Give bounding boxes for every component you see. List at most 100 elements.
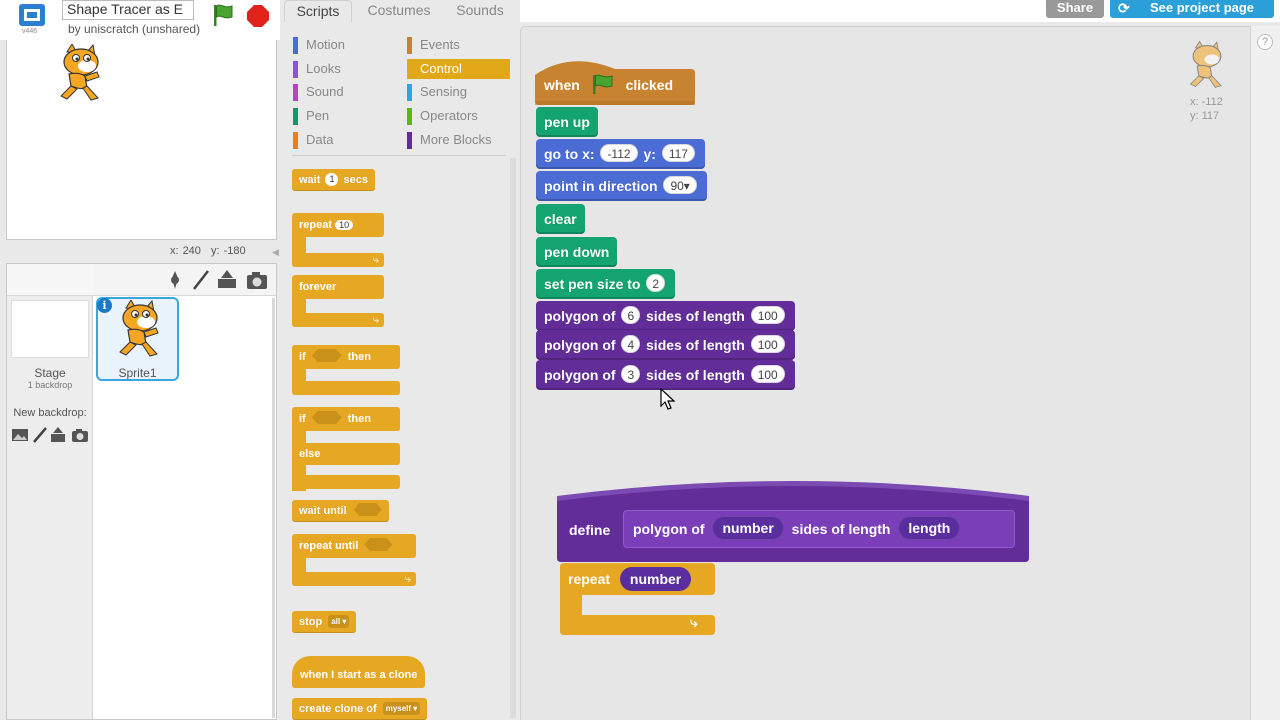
- green-flag-icon[interactable]: [210, 2, 236, 28]
- polygon-call-block[interactable]: polygon of 3 sides of length 100: [536, 360, 795, 390]
- sprite-x: x: -112: [1190, 96, 1223, 108]
- stage-collapse-icon[interactable]: ◀: [272, 247, 282, 257]
- category-operators[interactable]: Operators: [407, 106, 513, 126]
- category-label: Data: [306, 132, 334, 147]
- tab-scripts[interactable]: Scripts: [284, 0, 352, 22]
- sprite-library-icon[interactable]: [163, 268, 187, 292]
- polygon-call-block[interactable]: polygon of 6 sides of length 100: [536, 301, 795, 331]
- condition-slot[interactable]: [364, 538, 393, 551]
- mouse-position-readout: x: 240 y: -180: [170, 245, 250, 257]
- when-text: when: [544, 77, 580, 93]
- category-label: Sensing: [420, 84, 467, 99]
- upload-sprite-icon[interactable]: [215, 268, 239, 292]
- camera-backdrop-icon[interactable]: [71, 426, 89, 444]
- condition-slot[interactable]: [353, 503, 382, 516]
- paint-backdrop-icon[interactable]: [31, 426, 49, 444]
- set-pen-size-block[interactable]: set pen size to 2: [536, 269, 676, 299]
- sides-input[interactable]: 6: [621, 306, 641, 324]
- category-label: Pen: [306, 108, 330, 123]
- category-label: Sound: [306, 84, 344, 99]
- sprite-position: x: -112 y: 117: [1190, 95, 1223, 123]
- block-text: sides of length: [791, 521, 891, 537]
- block-text: point in direction: [544, 178, 658, 194]
- more-blocks-swatch: [407, 132, 412, 149]
- share-button[interactable]: Share: [1046, 0, 1104, 18]
- palette-create-clone-block[interactable]: create clone of myself ▾: [292, 698, 428, 720]
- sprite-pane-scrollbar[interactable]: [272, 298, 275, 718]
- palette-wait-block[interactable]: wait 1 secs: [292, 169, 376, 191]
- tab-costumes[interactable]: Costumes: [362, 0, 436, 22]
- category-data[interactable]: Data: [293, 130, 399, 150]
- category-sensing[interactable]: Sensing: [407, 82, 513, 102]
- param-number[interactable]: number: [712, 516, 784, 540]
- new-backdrop-label: New backdrop:: [13, 407, 87, 419]
- condition-slot[interactable]: [311, 411, 342, 424]
- sensing-swatch: [407, 84, 412, 101]
- go-to-xy-block[interactable]: go to x: -112 y: 117: [536, 139, 705, 169]
- palette-clone-start-hat[interactable]: when I start as a clone: [292, 656, 426, 688]
- sprite1-thumbnail-icon: [119, 300, 159, 357]
- loop-arrow-icon: ⤷: [690, 614, 698, 630]
- tab-sounds[interactable]: Sounds: [446, 0, 514, 22]
- category-sound[interactable]: Sound: [293, 82, 399, 102]
- camera-sprite-icon[interactable]: [245, 268, 269, 292]
- block-text: go to x:: [544, 146, 595, 162]
- x-input[interactable]: -112: [600, 144, 638, 162]
- upload-backdrop-icon[interactable]: [49, 426, 67, 444]
- paint-sprite-icon[interactable]: [189, 268, 213, 292]
- category-control[interactable]: Control: [407, 59, 510, 79]
- block-text: then: [347, 413, 371, 425]
- c-block-top: repeat until: [292, 534, 416, 558]
- pen-down-block[interactable]: pen down: [536, 237, 618, 267]
- direction-input[interactable]: 90▾: [663, 176, 697, 194]
- polygon-call-block[interactable]: polygon of 4 sides of length 100: [536, 330, 795, 360]
- y-input[interactable]: 117: [661, 144, 695, 162]
- condition-slot[interactable]: [311, 349, 342, 362]
- category-pen[interactable]: Pen: [293, 106, 399, 126]
- palette-wait-until-block[interactable]: wait until: [292, 500, 389, 522]
- category-more-blocks[interactable]: More Blocks: [407, 130, 513, 150]
- category-looks[interactable]: Looks: [293, 59, 399, 79]
- category-events[interactable]: Events: [407, 35, 513, 55]
- backdrop-library-icon[interactable]: [11, 426, 29, 444]
- length-input[interactable]: 100: [750, 365, 785, 383]
- cat-sprite-icon[interactable]: [53, 44, 109, 104]
- palette-stop-block[interactable]: stop all ▾: [292, 611, 357, 633]
- help-icon[interactable]: ?: [1257, 34, 1273, 50]
- pen-size-input[interactable]: 2: [646, 274, 666, 292]
- clear-block[interactable]: clear: [536, 204, 585, 234]
- repeat-param-number[interactable]: number: [619, 567, 692, 591]
- block-input[interactable]: 10: [335, 220, 354, 230]
- define-label: define: [569, 522, 611, 538]
- repeat-label: repeat number: [568, 565, 692, 593]
- custom-block-prototype[interactable]: polygon of number sides of length length: [623, 510, 1015, 548]
- sides-input[interactable]: 3: [621, 365, 641, 383]
- c-block-bottom: ⤷: [292, 313, 384, 327]
- see-project-page-button[interactable]: ⟳ See project page: [1110, 0, 1274, 18]
- param-length[interactable]: length: [898, 516, 961, 540]
- mouse-y-label: y:: [211, 245, 220, 257]
- category-motion[interactable]: Motion: [293, 35, 399, 55]
- sides-input[interactable]: 4: [621, 335, 641, 353]
- clone-dropdown[interactable]: myself ▾: [382, 702, 421, 715]
- block-text: sides of length: [646, 367, 745, 383]
- info-icon[interactable]: i: [97, 298, 112, 313]
- point-in-direction-block[interactable]: point in direction 90▾: [536, 171, 707, 201]
- project-title-input[interactable]: Shape Tracer as E: [62, 0, 194, 20]
- stage-toolbar: [7, 264, 93, 296]
- pen-up-block[interactable]: pen up: [536, 107, 598, 137]
- stop-icon[interactable]: [246, 4, 270, 28]
- loop-arrow-icon: ⤷: [404, 573, 411, 585]
- block-text: wait until: [299, 505, 347, 517]
- c-block-top: if then: [292, 345, 400, 369]
- block-input[interactable]: 1: [325, 173, 339, 186]
- length-input[interactable]: 100: [750, 335, 785, 353]
- length-input[interactable]: 100: [750, 306, 785, 324]
- stage[interactable]: [6, 40, 277, 240]
- stop-dropdown[interactable]: all ▾: [328, 615, 350, 628]
- palette-scrollbar[interactable]: [510, 158, 516, 718]
- refresh-icon: ⟳: [1118, 0, 1130, 16]
- clone-option: myself: [385, 704, 412, 713]
- stage-thumbnail[interactable]: [11, 300, 89, 358]
- block-text: y:: [643, 146, 656, 162]
